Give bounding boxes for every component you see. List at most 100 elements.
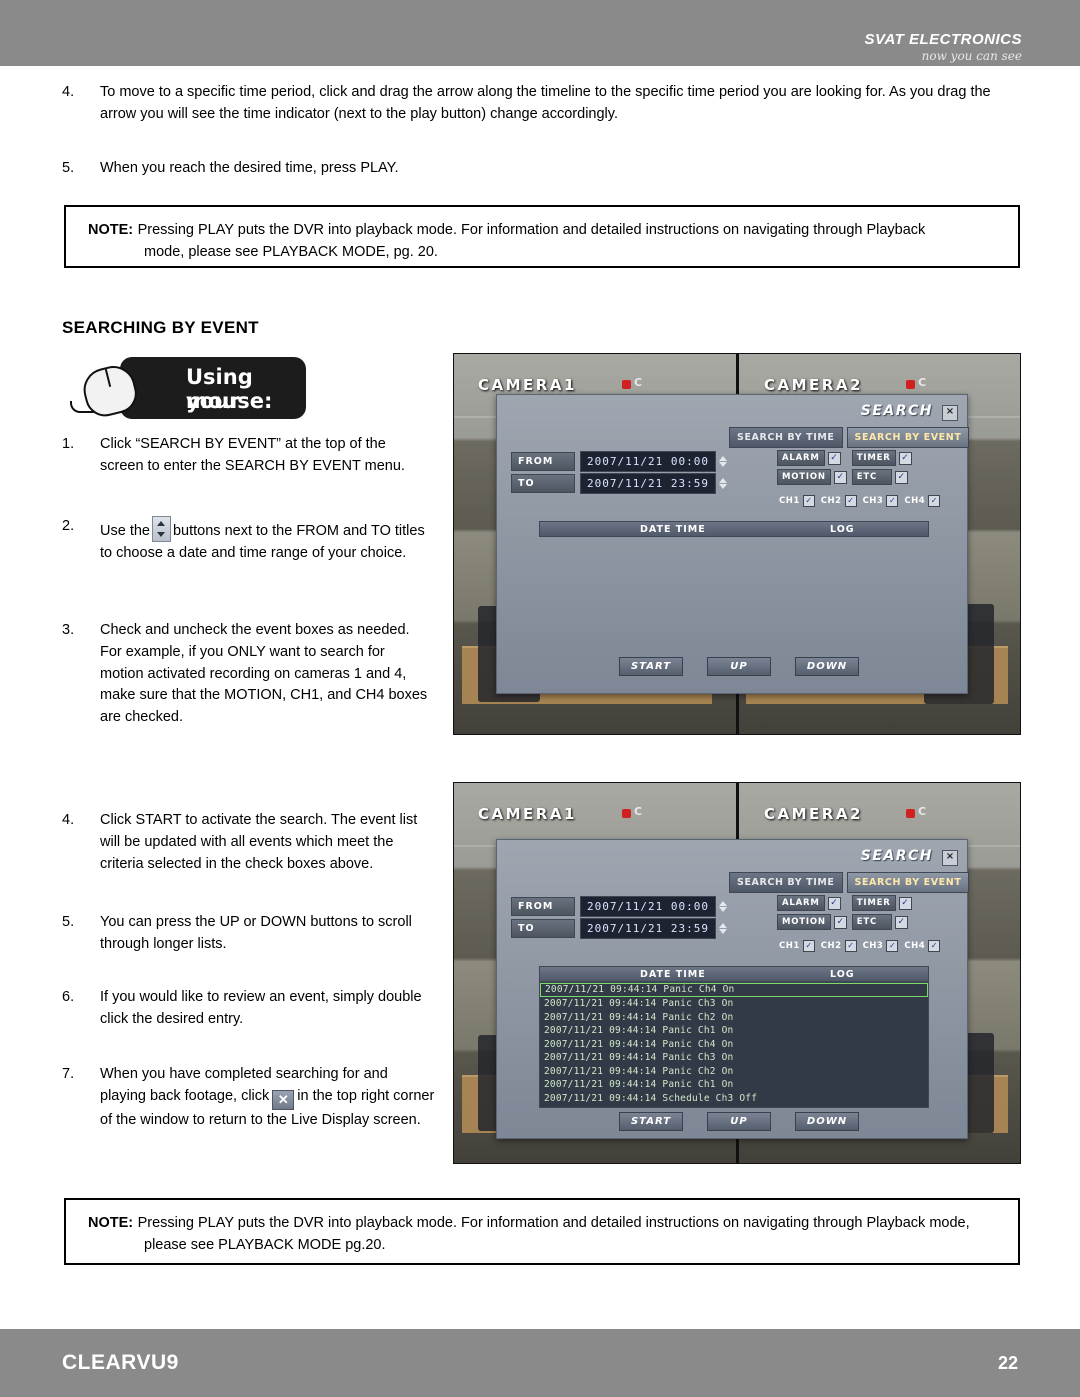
to-spinner[interactable]	[718, 478, 729, 489]
camera-label-2: CAMERA2	[764, 376, 863, 394]
row-datetime: 2007/11/21 09:44:14	[545, 984, 658, 995]
up-button[interactable]: UP	[707, 1112, 771, 1131]
checkbox-ch4-box[interactable]: ✓	[928, 940, 941, 952]
checkbox-etc[interactable]: ETC ✓	[851, 469, 912, 485]
checkbox-ch4[interactable]: CH4 ✓	[904, 940, 941, 952]
checkbox-ch3[interactable]: CH3 ✓	[863, 495, 899, 507]
table-row[interactable]: 2007/11/21 09:44:14 Panic Ch1 On	[540, 1024, 928, 1038]
from-value[interactable]: 2007/11/21 00:00	[580, 896, 716, 917]
checkbox-alarm-label: ALARM	[777, 450, 825, 466]
event-list-header: DATE TIME LOG	[539, 521, 929, 537]
row-log: Panic Ch1 On	[662, 1025, 734, 1036]
start-button[interactable]: START	[619, 657, 683, 676]
up-button[interactable]: UP	[707, 657, 771, 676]
page-number: 22	[997, 1353, 1018, 1373]
checkbox-motion[interactable]: MOTION ✓	[777, 914, 847, 930]
record-mark-2: C	[918, 805, 927, 818]
step-5-top: 5. When you reach the desired time, pres…	[62, 158, 1022, 180]
step-text: Click “SEARCH BY EVENT” at the top of th…	[100, 436, 405, 474]
checkbox-ch4-box[interactable]: ✓	[928, 495, 941, 507]
checkbox-ch1-box[interactable]: ✓	[802, 940, 815, 952]
checkbox-etc[interactable]: ETC ✓	[851, 914, 912, 930]
channel-checkboxes: CH1 ✓ CH2 ✓ CH3 ✓ CH4 ✓	[779, 940, 941, 952]
channel-checkboxes: CH1 ✓ CH2 ✓ CH3 ✓ CH4 ✓	[779, 495, 941, 507]
to-value[interactable]: 2007/11/21 23:59	[580, 918, 716, 939]
checkbox-ch1[interactable]: CH1 ✓	[779, 495, 815, 507]
table-row[interactable]: 2007/11/21 09:44:14 Panic Ch4 On	[540, 983, 928, 997]
table-row[interactable]: 2007/11/21 09:44:14 Panic Ch1 On	[540, 1078, 928, 1092]
checkbox-motion-box[interactable]: ✓	[833, 470, 847, 484]
checkbox-motion[interactable]: MOTION ✓	[777, 469, 847, 485]
callout-pill: Using your mouse:	[120, 357, 306, 419]
to-label: TO	[511, 474, 575, 493]
checkbox-ch2-box[interactable]: ✓	[844, 940, 857, 952]
close-icon[interactable]: ×	[942, 850, 958, 866]
checkbox-etc-label: ETC	[851, 469, 892, 485]
dialog-tabbar: SEARCH BY TIME SEARCH BY EVENT	[729, 872, 970, 893]
row-log: Panic Ch3 On	[662, 998, 734, 1009]
checkbox-motion-label: MOTION	[777, 469, 831, 485]
spinner-updown-icon	[151, 516, 171, 542]
checkbox-alarm-box[interactable]: ✓	[827, 451, 841, 465]
checkbox-ch2[interactable]: CH2 ✓	[821, 495, 857, 507]
down-button[interactable]: DOWN	[795, 657, 859, 676]
from-spinner[interactable]	[718, 456, 729, 467]
checkbox-ch3-box[interactable]: ✓	[886, 495, 899, 507]
event-type-checkboxes: ALARM ✓ TIMER ✓ MOTION ✓ ETC ✓	[777, 895, 912, 930]
checkbox-ch3-box[interactable]: ✓	[886, 940, 899, 952]
tab-search-by-time[interactable]: SEARCH BY TIME	[729, 427, 843, 448]
table-row[interactable]: 2007/11/21 09:44:14 Panic Ch2 On	[540, 1065, 928, 1079]
checkbox-timer[interactable]: TIMER ✓	[851, 450, 912, 466]
step-number: 1.	[62, 436, 75, 452]
down-button[interactable]: DOWN	[795, 1112, 859, 1131]
checkbox-alarm-box[interactable]: ✓	[827, 896, 841, 910]
column-header-log: LOG	[830, 968, 855, 980]
checkbox-motion-box[interactable]: ✓	[833, 915, 847, 929]
from-field-row: FROM 2007/11/21 00:00	[511, 896, 729, 917]
step-number: 3.	[62, 622, 75, 638]
row-log: Panic Ch1 On	[662, 1079, 734, 1090]
event-list-body[interactable]	[539, 537, 929, 647]
table-row[interactable]: 2007/11/21 09:44:14 Panic Ch4 On	[540, 1038, 928, 1052]
to-spinner[interactable]	[718, 923, 729, 934]
step-3-mouse: 3. Check and uncheck the event boxes as …	[62, 620, 432, 729]
checkbox-timer-box[interactable]: ✓	[898, 896, 912, 910]
search-dialog: SEARCH × SEARCH BY TIME SEARCH BY EVENT …	[496, 394, 970, 694]
checkbox-etc-box[interactable]: ✓	[894, 915, 908, 929]
checkbox-ch1-box[interactable]: ✓	[802, 495, 815, 507]
checkbox-timer-box[interactable]: ✓	[898, 451, 912, 465]
checkbox-alarm[interactable]: ALARM ✓	[777, 450, 847, 466]
tab-search-by-time[interactable]: SEARCH BY TIME	[729, 872, 843, 893]
checkbox-alarm[interactable]: ALARM ✓	[777, 895, 847, 911]
checkbox-ch2-label: CH2	[820, 496, 842, 506]
record-indicator-2	[906, 809, 915, 818]
checkbox-ch4[interactable]: CH4 ✓	[904, 495, 941, 507]
checkbox-ch3[interactable]: CH3 ✓	[863, 940, 899, 952]
step-text: When you reach the desired time, press P…	[100, 160, 399, 176]
from-spinner[interactable]	[718, 901, 729, 912]
table-row[interactable]: 2007/11/21 09:44:14 Panic Ch3 On	[540, 1051, 928, 1065]
checkbox-etc-box[interactable]: ✓	[894, 470, 908, 484]
table-row[interactable]: 2007/11/21 09:44:14 Panic Ch2 On	[540, 1011, 928, 1025]
checkbox-ch1-label: CH1	[779, 496, 800, 506]
checkbox-ch2-box[interactable]: ✓	[844, 495, 857, 507]
step-text: To move to a specific time period, click…	[100, 84, 991, 122]
event-list-body[interactable]: 2007/11/21 09:44:14 Panic Ch4 On 2007/11…	[539, 982, 929, 1108]
row-log: Panic Ch3 On	[662, 1052, 734, 1063]
checkbox-ch1[interactable]: CH1 ✓	[779, 940, 815, 952]
step-number: 5.	[62, 160, 75, 176]
checkbox-motion-label: MOTION	[777, 914, 831, 930]
screenshot-search-by-event-results: CAMERA1 C CAMERA2 C SEARCH × SEARCH BY T…	[453, 782, 1021, 1164]
from-value[interactable]: 2007/11/21 00:00	[580, 451, 716, 472]
checkbox-timer[interactable]: TIMER ✓	[851, 895, 912, 911]
tab-search-by-event[interactable]: SEARCH BY EVENT	[846, 872, 970, 893]
step-number: 4.	[62, 84, 75, 100]
checkbox-ch2[interactable]: CH2 ✓	[821, 940, 857, 952]
dialog-buttons: START UP DOWN	[619, 1112, 859, 1131]
tab-search-by-event[interactable]: SEARCH BY EVENT	[846, 427, 970, 448]
start-button[interactable]: START	[619, 1112, 683, 1131]
table-row[interactable]: 2007/11/21 09:44:14 Schedule Ch3 Off	[540, 1092, 928, 1106]
table-row[interactable]: 2007/11/21 09:44:14 Panic Ch3 On	[540, 997, 928, 1011]
close-icon[interactable]: ×	[942, 405, 958, 421]
to-value[interactable]: 2007/11/21 23:59	[580, 473, 716, 494]
